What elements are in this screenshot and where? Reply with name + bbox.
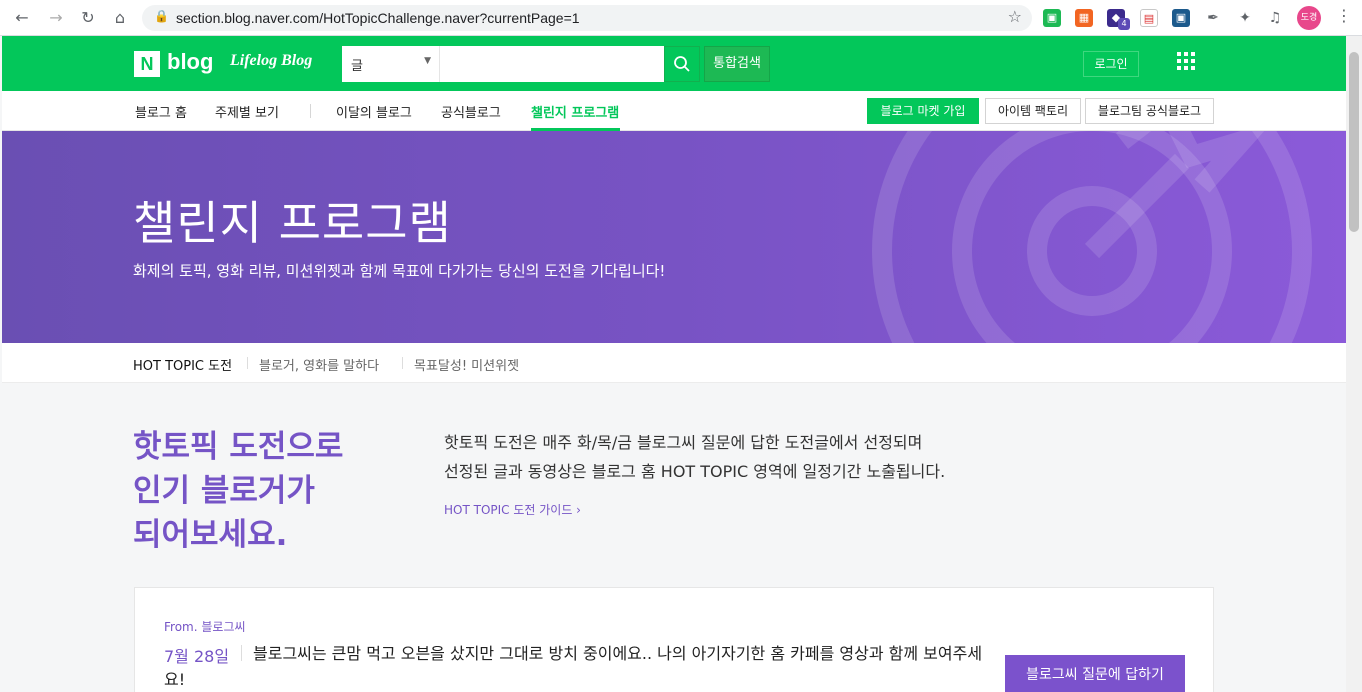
target-arrow-icon <box>872 131 1312 343</box>
tab-hot-topic[interactable]: HOT TOPIC 도전 <box>133 355 232 374</box>
search-input[interactable] <box>442 46 664 82</box>
browser-menu-icon[interactable]: ⋮ <box>1336 6 1352 25</box>
home-icon[interactable]: ⌂ <box>110 8 130 28</box>
blog-market-join-button[interactable]: 블로그 마켓 가입 <box>867 98 979 124</box>
search-type-value: 글 <box>351 59 363 74</box>
sub-navigation: 블로그 홈 주제별 보기 이달의 블로그 공식블로그 챌린지 프로그램 블로그 … <box>2 91 1346 131</box>
card-date: 7월 28일 <box>164 647 230 666</box>
extension-blue-icon[interactable]: ▣ <box>1172 9 1190 27</box>
media-queue-icon[interactable]: ♫ <box>1266 9 1284 27</box>
scrollbar-thumb[interactable] <box>1349 52 1359 232</box>
tab-movie[interactable]: 블로거, 영화를 말하다 <box>259 355 379 374</box>
nav-divider <box>310 104 311 118</box>
extension-badge: 4 <box>1118 18 1130 30</box>
browser-toolbar: ← → ↻ ⌂ 🔒 section.blog.naver.com/HotTopi… <box>0 0 1362 36</box>
intro-headline-line: 인기 블로거가 <box>133 473 315 509</box>
intro-headline-line: 핫토픽 도전으로 <box>133 429 344 465</box>
address-url: section.blog.naver.com/HotTopicChallenge… <box>176 10 580 26</box>
nav-official-blog[interactable]: 공식블로그 <box>441 102 501 121</box>
card-date-divider <box>241 645 242 661</box>
hero-subtitle: 화제의 토픽, 영화 리뷰, 미션위젯과 함께 목표에 다가가는 당신의 도전을… <box>133 262 666 280</box>
extension-orange-icon[interactable]: ▦ <box>1075 9 1093 27</box>
nav-blog-home[interactable]: 블로그 홈 <box>135 102 187 121</box>
blog-team-official-button[interactable]: 블로그팀 공식블로그 <box>1085 98 1214 124</box>
answer-question-button[interactable]: 블로그씨 질문에 답하기 <box>1005 655 1185 692</box>
nav-monthly-blog[interactable]: 이달의 블로그 <box>336 102 412 121</box>
nav-challenge-program[interactable]: 챌린지 프로그램 <box>531 102 619 121</box>
challenge-tabs: HOT TOPIC 도전 블로거, 영화를 말하다 목표달성! 미션위젯 <box>2 343 1346 383</box>
naver-logo[interactable]: N <box>134 51 160 77</box>
intro-description: 핫토픽 도전은 매주 화/목/금 블로그씨 질문에 답한 도전글에서 선정되며 … <box>444 428 1004 486</box>
bookmark-star-icon[interactable]: ☆ <box>1008 7 1022 26</box>
profile-avatar[interactable]: 도경 <box>1297 6 1321 30</box>
puzzle-icon[interactable]: ✦ <box>1236 9 1254 27</box>
reload-icon[interactable]: ↻ <box>78 8 98 28</box>
extension-window-icon[interactable]: ▤ <box>1140 9 1158 27</box>
tab-divider <box>247 357 248 369</box>
total-search-button[interactable]: 통합검색 <box>704 46 770 82</box>
naver-header: N blog Lifelog Blog 글 ▼ 통합검색 로그인 <box>2 36 1346 91</box>
login-button[interactable]: 로그인 <box>1083 51 1139 77</box>
card-question-text: 블로그씨는 큰맘 먹고 오븐을 샀지만 그대로 방치 중이에요.. 나의 아기자… <box>164 644 983 689</box>
intro-description-line: 선정된 글과 동영상은 블로그 홈 HOT TOPIC 영역에 일정기간 노출됩… <box>444 462 946 481</box>
tab-divider <box>402 357 403 369</box>
forward-arrow-icon[interactable]: → <box>46 8 66 28</box>
lifelog-logo[interactable]: Lifelog Blog <box>230 52 312 70</box>
intro-headline: 핫토픽 도전으로 인기 블로거가 되어보세요. <box>133 425 393 557</box>
blog-logo[interactable]: blog <box>167 49 213 75</box>
address-bar[interactable]: 🔒 section.blog.naver.com/HotTopicChallen… <box>142 5 1032 31</box>
hero-banner: 챌린지 프로그램 화제의 토픽, 영화 리뷰, 미션위젯과 함께 목표에 다가가… <box>2 131 1346 343</box>
tab-mission-widget[interactable]: 목표달성! 미션위젯 <box>414 355 519 374</box>
search-button[interactable] <box>664 46 700 82</box>
search-icon <box>674 56 690 72</box>
chevron-down-icon: ▼ <box>424 56 431 66</box>
blogc-question-card: From. 블로그씨 블로그씨는 큰맘 먹고 오븐을 샀지만 그대로 방치 중이… <box>134 587 1214 692</box>
hot-topic-guide-link[interactable]: HOT TOPIC 도전 가이드 › <box>444 501 581 518</box>
apps-grid-icon[interactable] <box>1177 52 1197 72</box>
search-type-select[interactable]: 글 ▼ <box>342 46 440 82</box>
item-factory-button[interactable]: 아이템 팩토리 <box>985 98 1081 124</box>
search-box: 글 ▼ <box>342 46 664 82</box>
extension-green-icon[interactable]: ▣ <box>1043 9 1061 27</box>
page-scrollbar[interactable] <box>1346 36 1362 692</box>
intro-headline-line: 되어보세요. <box>133 517 288 553</box>
card-from-label: From. 블로그씨 <box>164 620 246 634</box>
hero-title: 챌린지 프로그램 <box>133 196 452 250</box>
nav-topic-view[interactable]: 주제별 보기 <box>215 102 279 121</box>
eyedropper-icon[interactable]: ✒ <box>1204 9 1222 27</box>
back-arrow-icon[interactable]: ← <box>12 8 32 28</box>
lock-icon: 🔒 <box>154 9 169 23</box>
intro-description-line: 핫토픽 도전은 매주 화/목/금 블로그씨 질문에 답한 도전글에서 선정되며 <box>444 433 923 452</box>
